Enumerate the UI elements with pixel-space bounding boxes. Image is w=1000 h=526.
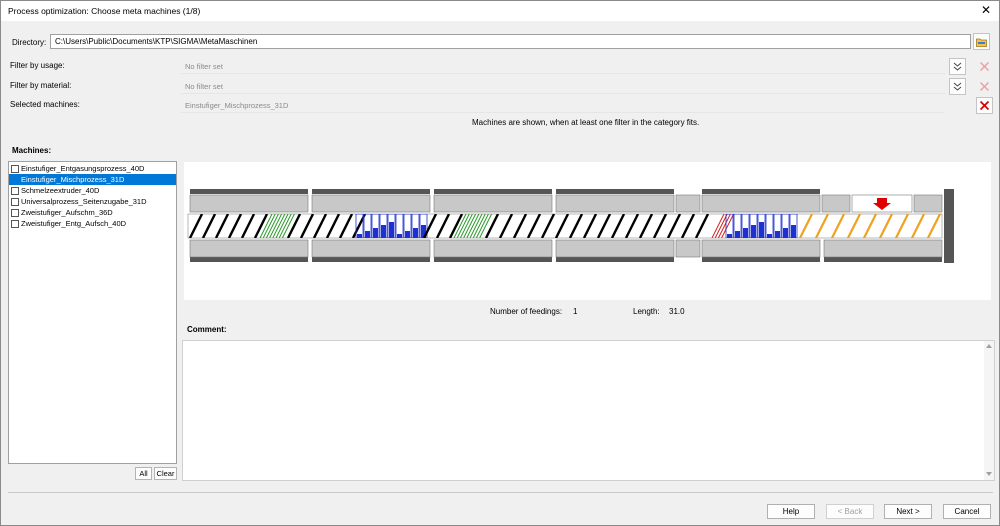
comment-scrollbar[interactable] bbox=[984, 341, 994, 480]
next-button[interactable]: Next > bbox=[884, 504, 932, 519]
selected-machines-label: Selected machines: bbox=[10, 100, 80, 109]
extruder-diagram bbox=[187, 189, 954, 263]
filter-info-text: Machines are shown, when at least one fi… bbox=[472, 118, 700, 127]
machines-header: Machines: bbox=[12, 146, 52, 155]
title-bar: Process optimization: Choose meta machin… bbox=[1, 1, 999, 21]
checkbox[interactable] bbox=[11, 164, 19, 173]
length-value: 31.0 bbox=[669, 307, 685, 316]
list-item[interactable]: Zweistufiger_Aufschm_36D bbox=[9, 207, 176, 218]
machines-list[interactable]: Einstufiger_Entgasungsprozess_40D Einstu… bbox=[8, 161, 177, 464]
window-title: Process optimization: Choose meta machin… bbox=[8, 6, 201, 16]
directory-label: Directory: bbox=[12, 38, 47, 47]
checkbox[interactable] bbox=[11, 219, 19, 228]
selected-machines-value: Einstufiger_Mischprozess_31D bbox=[181, 98, 945, 113]
comment-textarea[interactable] bbox=[182, 340, 995, 481]
length-label: Length: bbox=[633, 307, 660, 316]
back-button[interactable]: < Back bbox=[826, 504, 874, 519]
checkbox[interactable] bbox=[11, 208, 19, 217]
checkbox[interactable] bbox=[11, 186, 19, 195]
filter-usage-label: Filter by usage: bbox=[10, 61, 65, 70]
cancel-button[interactable]: Cancel bbox=[943, 504, 991, 519]
checkbox[interactable] bbox=[11, 197, 19, 206]
remove-icon bbox=[979, 100, 990, 111]
screw-configuration-view bbox=[184, 162, 991, 300]
filter-usage-clear-button[interactable] bbox=[976, 58, 993, 75]
double-chevron-down-icon bbox=[953, 62, 962, 71]
select-all-button[interactable]: All bbox=[135, 467, 152, 480]
clear-selection-button[interactable]: Clear bbox=[154, 467, 177, 480]
feedings-label: Number of feedings: bbox=[490, 307, 563, 316]
filter-material-expand-button[interactable] bbox=[949, 78, 966, 95]
dialog-window: Process optimization: Choose meta machin… bbox=[0, 0, 1000, 526]
remove-icon bbox=[980, 82, 989, 91]
help-button[interactable]: Help bbox=[767, 504, 815, 519]
footer-separator bbox=[8, 492, 993, 493]
list-item[interactable]: Einstufiger_Mischprozess_31D bbox=[9, 174, 176, 185]
filter-material-value: No filter set bbox=[181, 79, 945, 94]
remove-icon bbox=[980, 62, 989, 71]
list-item[interactable]: Zweistufiger_Entg_Aufsch_40D bbox=[9, 218, 176, 229]
folder-icon bbox=[976, 38, 987, 47]
filter-usage-value: No filter set bbox=[181, 59, 945, 74]
comment-label: Comment: bbox=[187, 325, 227, 334]
directory-input[interactable]: C:\Users\Public\Documents\KTP\SIGMA\Meta… bbox=[50, 34, 971, 49]
filter-material-label: Filter by material: bbox=[10, 81, 72, 90]
filter-material-clear-button[interactable] bbox=[976, 78, 993, 95]
filter-usage-expand-button[interactable] bbox=[949, 58, 966, 75]
list-item[interactable]: Schmelzeextruder_40D bbox=[9, 185, 176, 196]
browse-folder-button[interactable] bbox=[973, 33, 990, 50]
close-icon[interactable]: ✕ bbox=[979, 3, 993, 17]
feedings-value: 1 bbox=[573, 307, 578, 316]
list-item[interactable]: Universalprozess_Seitenzugabe_31D bbox=[9, 196, 176, 207]
double-chevron-down-icon bbox=[953, 82, 962, 91]
selected-machines-clear-button[interactable] bbox=[976, 97, 993, 114]
list-item[interactable]: Einstufiger_Entgasungsprozess_40D bbox=[9, 163, 176, 174]
